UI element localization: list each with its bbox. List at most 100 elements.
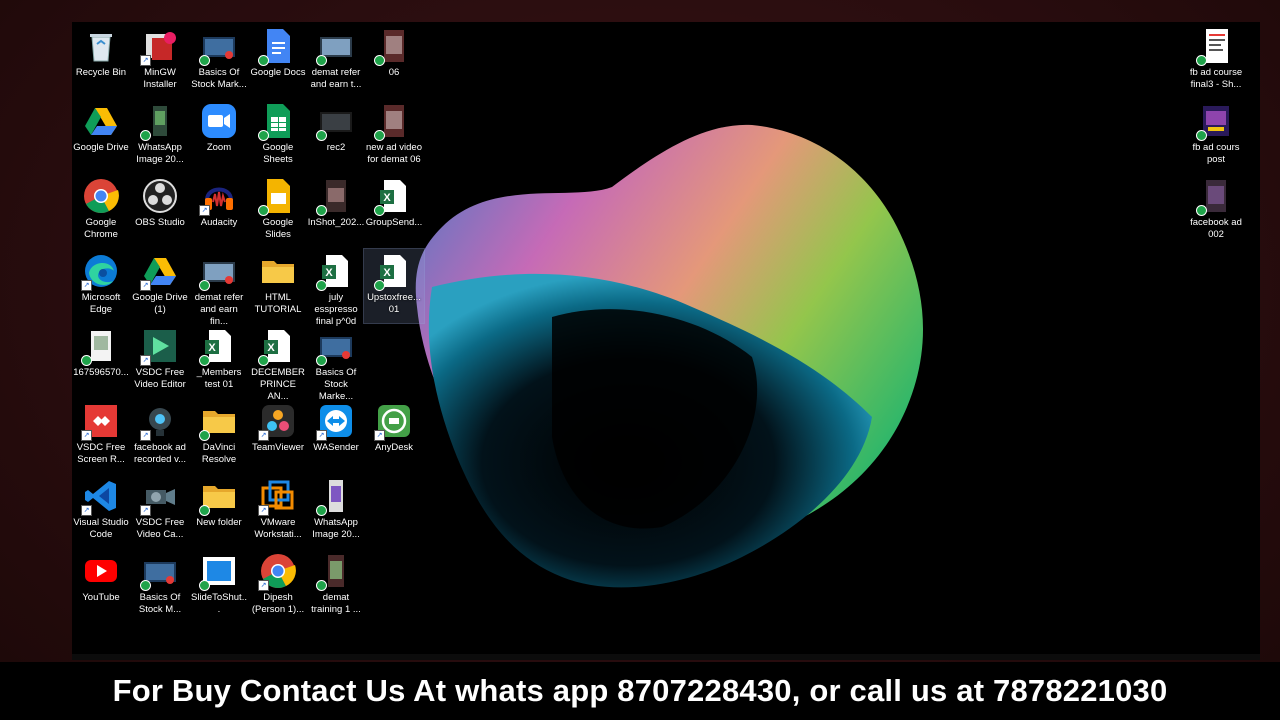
desktop-icon-google-drive[interactable]: Google Drive (72, 99, 131, 173)
desktop-icon-fb-ad-course-final3[interactable]: fb ad course final3 - Sh... (1186, 24, 1246, 98)
google-docs-icon (258, 28, 296, 66)
desktop-icon-groupsend[interactable]: X GroupSend... (364, 174, 424, 248)
desktop-icon-html-tutorial[interactable]: HTML TUTORIAL (248, 249, 308, 323)
chrome-icon (83, 178, 119, 214)
desktop-icon-demat-refer-1[interactable]: demat refer and earn t... (306, 24, 366, 98)
wasender-icon: ↗ (374, 403, 412, 441)
desktop-icon-06[interactable]: 06 (364, 24, 424, 98)
image-file-icon (140, 103, 178, 141)
recycle-bin-icon (83, 28, 119, 64)
desktop[interactable]: Recycle Bin Google Drive Google Chrome ↗… (72, 22, 1260, 658)
image-file-icon (316, 178, 354, 216)
image-file-icon (316, 553, 354, 591)
desktop-icon-vsdc-video-capture[interactable]: ↗ VSDC Free Video Ca... (130, 474, 190, 548)
google-slides-icon (258, 178, 296, 216)
desktop-icon-youtube[interactable]: YouTube (72, 549, 131, 623)
vsdc-recorder-icon: ↗ (140, 403, 178, 441)
audacity-icon: ↗ (199, 178, 237, 216)
desktop-icon-members-test[interactable]: X _Members test 01 (189, 324, 249, 398)
video-file-icon (199, 253, 237, 291)
google-sheets-icon (258, 103, 296, 141)
desktop-icon-slidetoshutdown[interactable]: SlideToShut... (189, 549, 249, 623)
desktop-icon-whatsapp-image-2[interactable]: WhatsApp Image 20... (306, 474, 366, 548)
zoom-icon (201, 103, 237, 139)
desktop-icon-davinci-resolve[interactable]: ↗ TeamViewer (248, 399, 308, 473)
video-file-icon (316, 103, 354, 141)
edge-icon: ↗ (81, 253, 119, 291)
google-drive-icon: ↗ (140, 253, 178, 291)
desktop-icon-recycle-bin[interactable]: Recycle Bin (72, 24, 131, 98)
teamviewer-icon: ↗ (316, 403, 354, 441)
obs-icon (142, 178, 178, 214)
video-file-icon (316, 28, 354, 66)
desktop-icon-new-ad-video[interactable]: new ad video for demat 06 (364, 99, 424, 173)
desktop-icon-december-prince[interactable]: X DECEMBER PRINCE AN... (248, 324, 308, 402)
desktop-icon-zoom[interactable]: Zoom (189, 99, 249, 173)
folder-icon (260, 253, 296, 289)
excel-file-icon: X (258, 328, 296, 366)
anydesk-icon: ↗ (81, 403, 119, 441)
desktop-icon-basics-stock-3[interactable]: Basics Of Stock M... (130, 549, 190, 623)
desktop-icon-demat-training[interactable]: demat training 1 ... (306, 549, 366, 623)
desktop-icon-dipesh-chrome[interactable]: ↗ Dipesh (Person 1)... (248, 549, 308, 623)
desktop-icon-anydesk[interactable]: ↗ VSDC Free Screen R... (72, 399, 131, 473)
desktop-icon-fb-ad-cours-post[interactable]: fb ad cours post (1186, 99, 1246, 173)
vscode-icon: ↗ (81, 478, 119, 516)
youtube-icon (83, 553, 119, 589)
vmware-icon: ↗ (258, 478, 296, 516)
excel-file-icon: X (199, 328, 237, 366)
desktop-icon-google-sheets[interactable]: Google Sheets (248, 99, 308, 173)
desktop-icon-demat-refer-2[interactable]: demat refer and earn fin... (189, 249, 249, 327)
folder-icon (199, 478, 237, 516)
document-image-icon (1196, 28, 1234, 66)
desktop-icon-vsdc-video-editor[interactable]: ↗ VSDC Free Video Editor (130, 324, 190, 398)
google-drive-icon (83, 103, 119, 139)
chrome-icon: ↗ (258, 553, 296, 591)
desktop-icon-mingw-installer[interactable]: ↗ MinGW Installer (130, 24, 190, 98)
desktop-icon-rec2[interactable]: rec2 (306, 99, 366, 173)
video-file-icon (316, 328, 354, 366)
taskbar-edge (72, 654, 1260, 660)
desktop-icon-basics-stock-1[interactable]: Basics Of Stock Mark... (189, 24, 249, 98)
desktop-icon-inshot[interactable]: InShot_202... (306, 174, 366, 248)
svg-text:X: X (267, 342, 275, 354)
desktop-icon-167596570[interactable]: 167596570... (72, 324, 131, 398)
image-file-icon (316, 478, 354, 516)
desktop-icon-audacity[interactable]: ↗ Audacity (189, 174, 249, 248)
video-file-icon (140, 553, 178, 591)
excel-file-icon: X (374, 253, 412, 291)
wallpaper-art (415, 124, 924, 588)
desktop-icon-upstoxfree[interactable]: X Upstoxfree... 01 (363, 248, 425, 324)
desktop-icon-google-drive-1[interactable]: ↗ Google Drive (1) (130, 249, 190, 323)
desktop-icon-google-docs[interactable]: Google Docs (248, 24, 308, 98)
image-file-icon (374, 103, 412, 141)
desktop-icon-google-chrome[interactable]: Google Chrome (72, 174, 131, 248)
svg-text:X: X (383, 267, 391, 279)
desktop-icon-obs-studio[interactable]: OBS Studio (130, 174, 190, 248)
video-file-icon (199, 28, 237, 66)
desktop-icon-basics-stock-2[interactable]: Basics Of Stock Marke... (306, 324, 366, 402)
contact-banner-text: For Buy Contact Us At whats app 87072284… (112, 673, 1168, 708)
desktop-icon-microsoft-edge[interactable]: ↗ Microsoft Edge (72, 249, 131, 323)
excel-file-icon: X (374, 178, 412, 216)
desktop-icon-vmware-workstation[interactable]: ↗ VMware Workstati... (248, 474, 308, 548)
excel-file-icon: X (316, 253, 354, 291)
desktop-icon-july-esspresso[interactable]: X july esspresso final p^0d (306, 249, 366, 327)
desktop-icon-facebook-ad-recorded[interactable]: DaVinci Resolve (189, 399, 249, 473)
desktop-icon-wasender[interactable]: ↗ AnyDesk (364, 399, 424, 473)
image-file-icon (1196, 178, 1234, 216)
desktop-icon-new-folder[interactable]: New folder (189, 474, 249, 548)
davinci-icon: ↗ (258, 403, 296, 441)
vsdc-editor-icon: ↗ (140, 328, 178, 366)
desktop-icon-teamviewer[interactable]: ↗ WASender (306, 399, 366, 473)
svg-text:X: X (325, 267, 333, 279)
desktop-icon-facebook-ad-002[interactable]: facebook ad 002 (1186, 174, 1246, 248)
image-file-icon (1196, 103, 1234, 141)
image-file-icon (81, 328, 119, 366)
desktop-icon-vsdc-screen-recorder[interactable]: ↗ facebook ad recorded v... (130, 399, 190, 473)
folder-icon (199, 403, 237, 441)
desktop-icon-google-slides[interactable]: Google Slides (248, 174, 308, 248)
contact-banner: For Buy Contact Us At whats app 87072284… (0, 662, 1280, 720)
desktop-icon-visual-studio-code[interactable]: ↗ Visual Studio Code (72, 474, 131, 548)
desktop-icon-whatsapp-image-1[interactable]: WhatsApp Image 20... (130, 99, 190, 173)
